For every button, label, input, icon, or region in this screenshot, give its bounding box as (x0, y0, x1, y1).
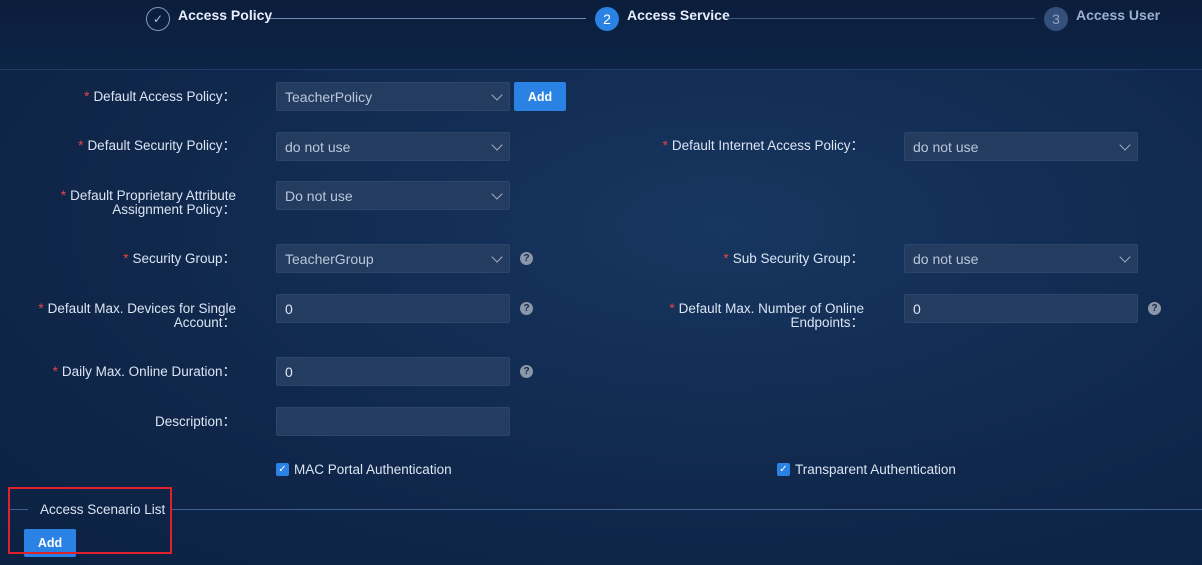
default-access-policy-label: * Default Access Policy： (84, 89, 236, 104)
default-security-policy-select[interactable]: do not use (276, 132, 510, 161)
help-icon[interactable]: ? (1148, 302, 1161, 315)
default-internet-access-policy-select[interactable]: do not use (904, 132, 1138, 161)
step-connector (727, 18, 1035, 19)
stepper: ✓ Access Policy 2 Access Service 3 Acces… (0, 0, 1202, 70)
max-online-endpoints-label: * Default Max. Number of Online Endpoints… (669, 301, 864, 330)
default-security-policy-label: * Default Security Policy： (78, 138, 236, 153)
description-input[interactable] (276, 407, 510, 436)
mac-portal-checkbox[interactable]: ✓ MAC Portal Authentication (276, 462, 452, 477)
checkbox-checked-icon: ✓ (276, 463, 289, 476)
chevron-down-icon (491, 138, 503, 151)
help-icon[interactable]: ? (520, 252, 533, 265)
highlight-box (8, 487, 172, 554)
transparent-auth-checkbox[interactable]: ✓ Transparent Authentication (777, 462, 956, 477)
chevron-down-icon (1119, 250, 1131, 263)
step-label: Access User (1076, 7, 1161, 23)
checkbox-checked-icon: ✓ (777, 463, 790, 476)
step-label: Access Service (627, 7, 730, 23)
chevron-down-icon (1119, 138, 1131, 151)
page: ✓ Access Policy 2 Access Service 3 Acces… (0, 0, 1202, 565)
security-group-select[interactable]: TeacherGroup (276, 244, 510, 273)
step-access-policy[interactable]: ✓ Access Policy (146, 6, 272, 32)
add-access-policy-button[interactable]: Add (514, 82, 566, 111)
step-connector (270, 18, 586, 19)
chevron-down-icon (491, 88, 503, 101)
default-internet-access-policy-label: * Default Internet Access Policy： (662, 138, 864, 153)
check-icon: ✓ (146, 7, 170, 31)
description-label: Description： (154, 414, 236, 429)
chevron-down-icon (491, 187, 503, 200)
step-number: 3 (1044, 7, 1068, 31)
max-online-endpoints-input[interactable]: 0 (904, 294, 1138, 323)
default-access-policy-select[interactable]: TeacherPolicy (276, 82, 510, 111)
help-icon[interactable]: ? (520, 302, 533, 315)
step-label: Access Policy (178, 7, 273, 23)
sub-security-group-select[interactable]: do not use (904, 244, 1138, 273)
max-devices-label: * Default Max. Devices for Single Account… (38, 301, 236, 330)
daily-max-online-input[interactable]: 0 (276, 357, 510, 386)
max-devices-input[interactable]: 0 (276, 294, 510, 323)
daily-max-online-label: * Daily Max. Online Duration： (52, 364, 236, 379)
default-proprietary-attribute-label: * Default Proprietary Attribute Assignmen… (60, 188, 236, 217)
security-group-label: * Security Group： (123, 251, 236, 266)
step-number: 2 (595, 7, 619, 31)
chevron-down-icon (491, 250, 503, 263)
default-proprietary-attribute-select[interactable]: Do not use (276, 181, 510, 210)
section-divider (172, 509, 1202, 510)
step-access-service[interactable]: 2 Access Service (595, 6, 730, 32)
step-access-user[interactable]: 3 Access User (1044, 6, 1160, 32)
sub-security-group-label: * Sub Security Group： (723, 251, 864, 266)
help-icon[interactable]: ? (520, 365, 533, 378)
